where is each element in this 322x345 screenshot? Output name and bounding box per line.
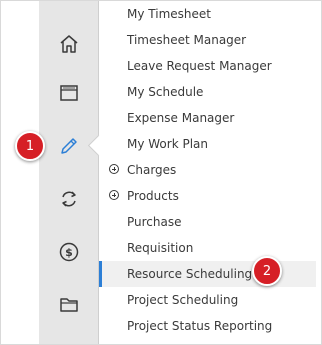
step-badge-2: 2 (252, 256, 282, 286)
menu-item-label: Leave Request Manager (127, 59, 272, 73)
menu-item-project-scheduling[interactable]: Project Scheduling (99, 287, 316, 313)
navigation-panel: $ My Timesheet Timesheet Manager Leave R… (0, 0, 322, 345)
menu-item-label: Charges (127, 163, 177, 177)
menu-item-charges[interactable]: Charges (99, 157, 316, 183)
menu-item-project-status-reporting[interactable]: Project Status Reporting (99, 313, 316, 339)
menu-item-label: Purchase (127, 215, 182, 229)
rail-window-button[interactable] (39, 67, 98, 119)
menu-item-my-timesheet[interactable]: My Timesheet (99, 1, 316, 27)
rail-finance-button[interactable]: $ (39, 226, 98, 278)
active-indicator (99, 261, 102, 287)
home-icon (60, 35, 77, 53)
dollar-icon: $ (59, 242, 78, 262)
menu-item-label: Project Status Reporting (127, 319, 273, 333)
expand-plus-icon[interactable] (109, 190, 119, 200)
menu-item-requisition[interactable]: Requisition (99, 235, 316, 261)
menu-item-label: Products (127, 189, 179, 203)
menu-item-label: Project Scheduling (127, 293, 239, 307)
step-badge-1: 1 (15, 131, 45, 161)
menu-item-expense-manager[interactable]: Expense Manager (99, 105, 316, 131)
menu-item-label: Expense Manager (127, 111, 235, 125)
menu-item-label: My Schedule (127, 85, 204, 99)
expand-plus-icon[interactable] (109, 164, 119, 174)
rail-refresh-button[interactable] (39, 173, 98, 225)
menu-item-resource-scheduling[interactable]: Resource Scheduling (99, 261, 316, 287)
rail-home-button[interactable] (39, 18, 98, 70)
pencil-icon (60, 138, 77, 154)
menu-item-my-work-plan[interactable]: My Work Plan (99, 131, 316, 157)
menu-item-label: Requisition (127, 241, 194, 255)
menu-item-label: Timesheet Manager (127, 33, 247, 47)
menu-item-leave-request-manager[interactable]: Leave Request Manager (99, 53, 316, 79)
rail-folder-button[interactable] (39, 278, 98, 330)
refresh-icon (61, 191, 76, 207)
menu-item-my-schedule[interactable]: My Schedule (99, 79, 316, 105)
window-icon (59, 85, 78, 101)
menu-item-label: My Timesheet (127, 7, 211, 21)
menu-item-label: My Work Plan (127, 137, 208, 151)
folder-icon (59, 298, 78, 312)
menu-item-timesheet-manager[interactable]: Timesheet Manager (99, 27, 316, 53)
menu-item-label: Resource Scheduling (127, 267, 253, 281)
svg-text:$: $ (65, 246, 73, 259)
menu-item-purchase[interactable]: Purchase (99, 209, 316, 235)
menu-item-products[interactable]: Products (99, 183, 316, 209)
